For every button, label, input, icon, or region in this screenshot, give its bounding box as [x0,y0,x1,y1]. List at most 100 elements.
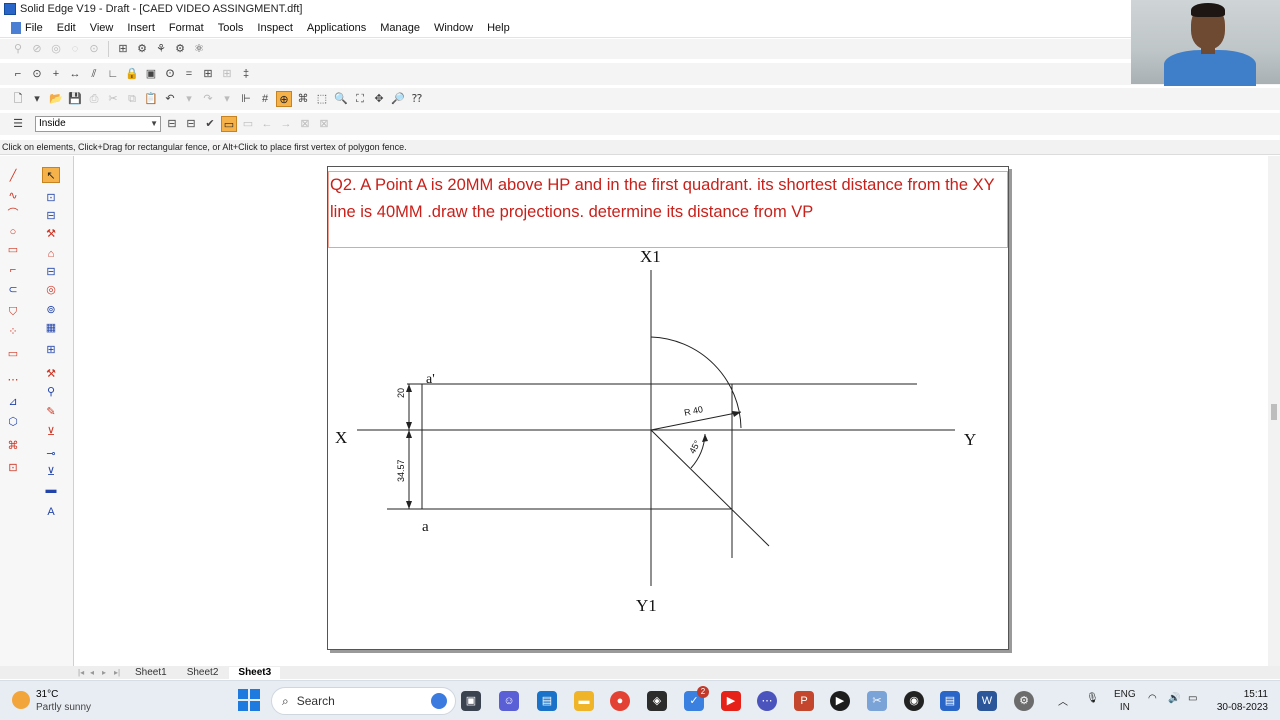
wifi-icon[interactable]: ◠ [1148,693,1157,704]
menu-view[interactable]: View [83,22,121,34]
horizontal-dimension-icon[interactable]: ↔ [67,66,83,82]
menu-applications[interactable]: Applications [300,22,373,34]
solid-edge-draft-icon[interactable]: ▤ [940,691,960,711]
tangent-icon[interactable]: ⊘ [29,41,45,57]
zoom-icon[interactable]: 🔍 [333,91,349,107]
line-icon[interactable]: ╱ [2,168,24,184]
45-degree-line[interactable] [650,429,770,547]
previous-icon[interactable]: ← [259,116,275,132]
speaker-icon[interactable]: 🔊 [1168,693,1180,704]
a-label[interactable]: a [422,519,429,536]
menu-file[interactable]: File [4,21,50,34]
relationship-handles-icon[interactable]: ⚛ [191,41,207,57]
filter-icon[interactable]: ⊟ [183,116,199,132]
circle-icon[interactable]: ○ [2,224,24,240]
settings-icon[interactable]: ⚙ [1014,691,1034,711]
pan-icon[interactable]: ✥ [371,91,387,107]
relationship-assistant-icon[interactable]: ⌘ [295,91,311,107]
close-box-icon[interactable]: ⊠ [316,116,332,132]
next-sheet-icon[interactable]: ▸ [102,668,112,677]
media-player-icon[interactable]: ▶ [830,691,850,711]
balloon-icon[interactable]: ⊚ [40,302,62,318]
battery-icon[interactable]: ▭ [1188,693,1197,704]
menu-format[interactable]: Format [162,22,211,34]
youtube-icon[interactable]: ▶ [721,691,741,711]
menu-tools[interactable]: Tools [211,22,251,34]
weather-widget[interactable]: 31°C Partly sunny [12,688,91,714]
dim-20-value[interactable]: 20 [396,388,406,398]
curve-icon[interactable]: ∿ [2,188,24,204]
fit-icon[interactable]: ⛶ [352,91,368,107]
menu-edit[interactable]: Edit [50,22,83,34]
y-label[interactable]: Y [964,430,976,450]
undo-icon[interactable]: ↶ [162,91,178,107]
trim-icon[interactable]: ⋯ [2,372,24,388]
language-indicator[interactable]: ENG IN [1114,688,1136,714]
clock[interactable]: 15:11 30-08-2023 [1210,688,1268,714]
offset-icon[interactable]: ⊂ [2,282,24,298]
redo-dropdown-icon[interactable]: ▾ [219,91,235,107]
rectangle-icon[interactable]: ▭ [2,242,24,258]
tab-sheet3[interactable]: Sheet3 [229,666,281,679]
datum-icon[interactable]: ⚲ [40,384,62,400]
y1-label[interactable]: Y1 [636,596,657,616]
zoom-out-icon[interactable]: 🔎 [390,91,406,107]
menu-insert[interactable]: Insert [120,22,162,34]
zoom-area-icon[interactable]: ⬚ [314,91,330,107]
arc-icon[interactable]: ⌒ [2,206,24,222]
perpendicular-icon[interactable]: ⌐ [10,66,26,82]
select-tool-icon[interactable]: ↖ [42,167,60,183]
parallel-lines-icon[interactable]: ⫽ [86,66,102,82]
surface-texture-icon[interactable]: ✎ [40,404,62,420]
rigid-set-icon[interactable]: ⚙ [172,41,188,57]
menu-window[interactable]: Window [427,22,480,34]
hatch-icon[interactable]: ▬ [40,482,62,498]
cutting-plane-icon[interactable]: ⊻ [40,464,62,480]
mirror-icon[interactable]: ⊿ [2,394,24,410]
callout-icon[interactable]: ◎ [40,282,62,298]
grid-relation-dim-icon[interactable]: ⊞ [219,66,235,82]
coordinate-dimension-icon[interactable]: ⌂ [40,246,62,262]
grid-icon[interactable]: # [257,91,273,107]
first-sheet-icon[interactable]: |◂ [78,668,88,677]
powerpoint-icon[interactable]: P [794,691,814,711]
intellisketch-icon[interactable]: ⊕ [276,91,292,107]
copy-icon[interactable]: ⧉ [124,91,140,107]
rigid-icon[interactable]: ▣ [143,66,159,82]
x-label[interactable]: X [335,428,347,448]
bing-icon[interactable] [431,693,447,709]
text-icon[interactable]: A [40,504,62,520]
microphone-icon[interactable]: 🎙 [1086,693,1099,704]
tab-sheet2[interactable]: Sheet2 [178,667,228,679]
smart-dimension-icon[interactable]: ⊡ [40,190,62,206]
parallel-icon[interactable]: ⊙ [86,41,102,57]
obs-icon[interactable]: ◉ [904,691,924,711]
new-file-icon[interactable]: 🗋 [10,91,26,107]
help-icon[interactable]: ⁇ [409,91,425,107]
solid-edge-icon[interactable]: ◈ [647,691,667,711]
equal-relation-icon[interactable]: = [181,66,197,82]
open-folder-icon[interactable]: 📂 [48,91,64,107]
sheet-icon[interactable]: ⊡ [2,460,24,476]
menu-manage[interactable]: Manage [373,22,427,34]
delete-icon[interactable]: ⊠ [297,116,313,132]
chevron-up-icon[interactable]: ︿ [1058,693,1068,708]
teams-icon[interactable]: ☺ [499,691,519,711]
distance-dimension-icon[interactable]: ⊟ [40,208,62,224]
select-options-icon[interactable]: ☰ [10,116,26,132]
fence-mode-select[interactable]: Inside ▼ [35,116,161,132]
connector-icon[interactable]: ⊸ [40,446,62,462]
layer-icon[interactable]: ⌘ [2,438,24,454]
fence-dim-icon[interactable]: ▭ [240,116,256,132]
next-icon[interactable]: → [278,116,294,132]
redo-icon[interactable]: ↷ [200,91,216,107]
a-prime-label[interactable]: a' [426,372,435,388]
paste-icon[interactable]: 📋 [143,91,159,107]
symmetric-icon[interactable]: ‡ [238,66,254,82]
teams-chat-icon[interactable]: ⋯ [757,691,777,711]
select-mode-icon[interactable]: ⊟ [164,116,180,132]
equal-icon[interactable]: ◌ [67,41,83,57]
parts-list-icon[interactable]: ⊞ [40,342,62,358]
pattern-icon[interactable]: ⁘ [2,324,24,340]
edge-condition-icon[interactable]: ⊻ [40,424,62,440]
